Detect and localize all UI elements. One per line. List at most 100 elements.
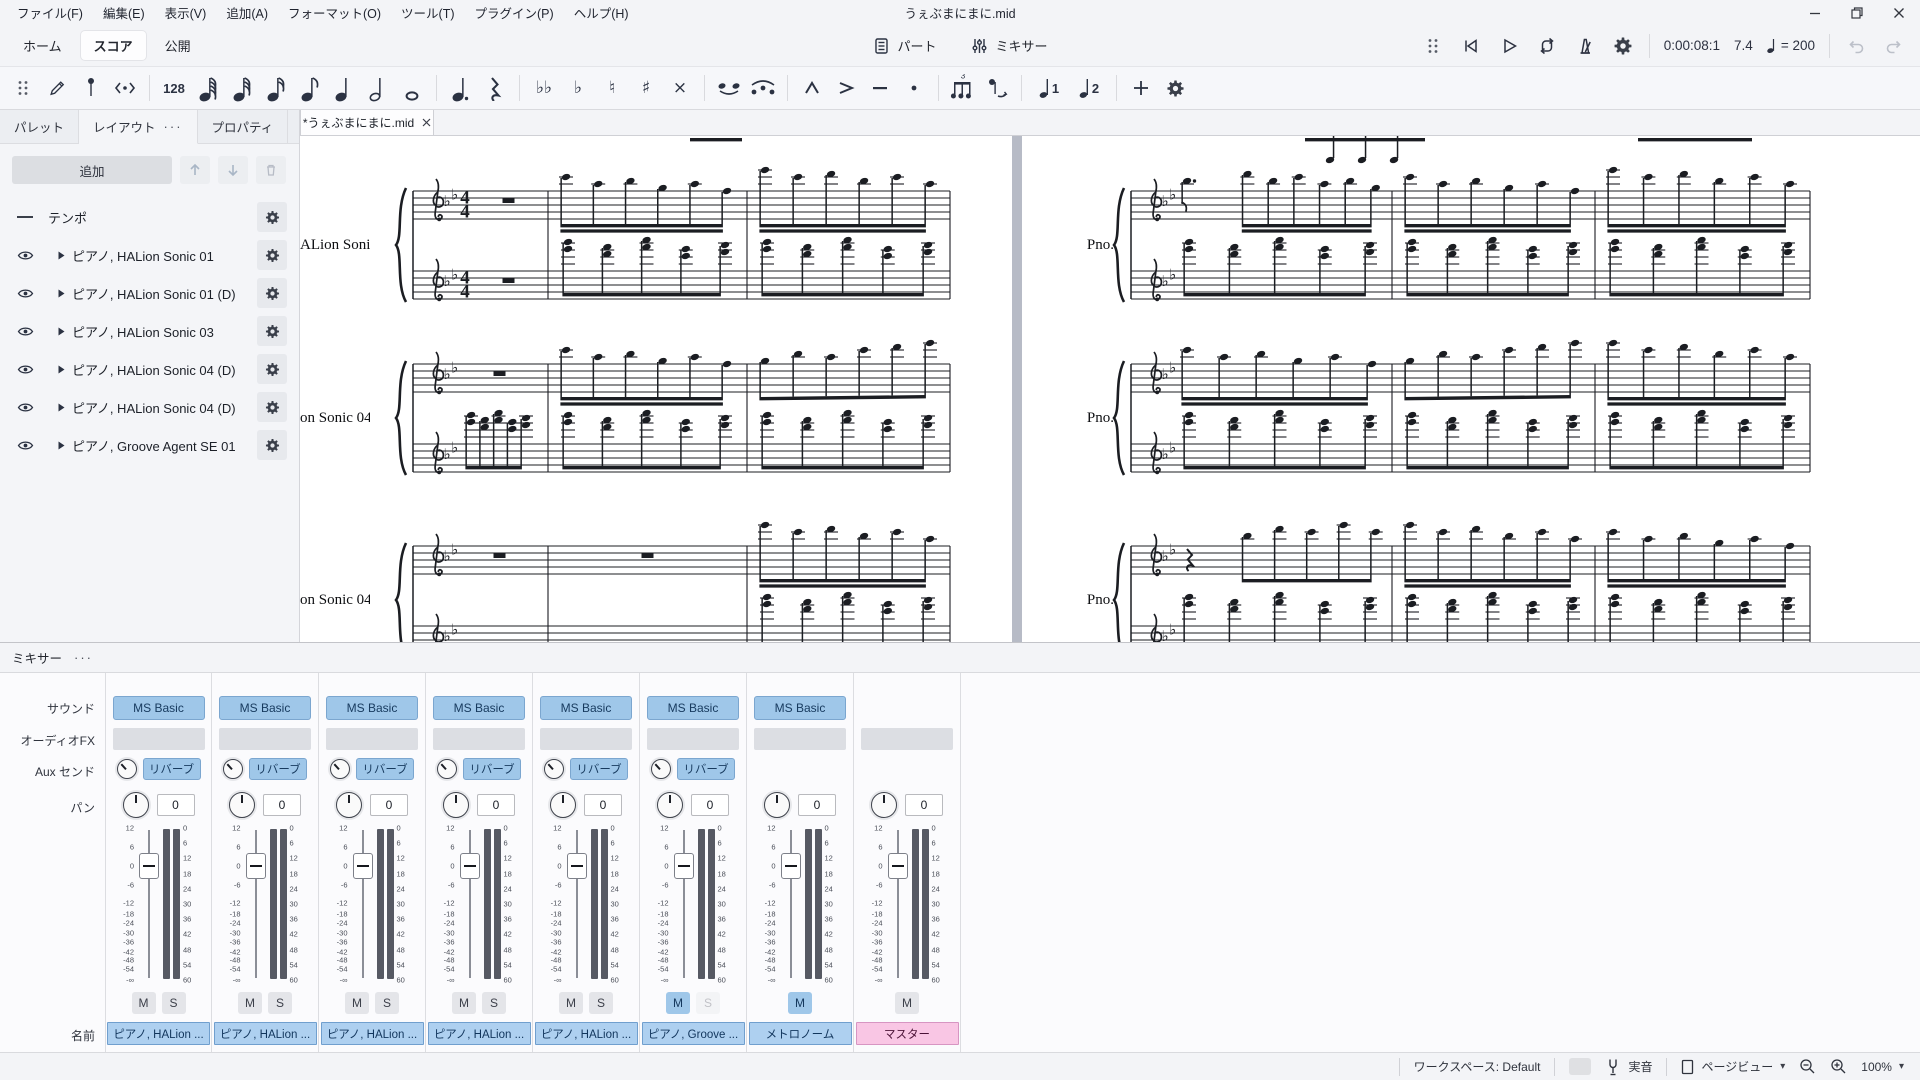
move-down-button[interactable]	[218, 156, 248, 184]
visibility-eye-icon[interactable]	[12, 249, 38, 262]
fader-handle[interactable]	[460, 853, 480, 879]
natural-button[interactable]: ♮	[597, 72, 627, 104]
voice-2-button[interactable]: 2	[1071, 72, 1107, 104]
loop-button[interactable]	[1535, 34, 1559, 58]
minimize-button[interactable]	[1794, 0, 1836, 25]
mixer-menu-icon[interactable]: ···	[74, 650, 93, 665]
tab-layout[interactable]: レイアウト ···	[79, 110, 198, 144]
volume-fader[interactable]	[458, 828, 482, 980]
concert-pitch-toggle[interactable]: 実音	[1605, 1058, 1652, 1076]
tab-home[interactable]: ホーム	[10, 31, 75, 60]
view-mode-selector[interactable]: ページビュー ▾	[1681, 1058, 1785, 1075]
duration-16-button[interactable]	[261, 72, 291, 104]
sound-button[interactable]: MS Basic	[113, 696, 205, 720]
item-settings-button[interactable]	[257, 430, 287, 460]
channel-name[interactable]: ピアノ, Groove ...	[642, 1022, 745, 1045]
score-canvas[interactable]: ♭♭♭♭4444♭♭♭♭♭♭♭♭♭♭♭♭♭♭♭♭♭♭♭♭ ALion Sonic…	[300, 136, 1920, 642]
delete-button[interactable]	[256, 156, 286, 184]
aux-send-knob[interactable]	[330, 759, 350, 779]
fader-handle[interactable]	[567, 853, 587, 879]
expand-caret-icon[interactable]	[50, 327, 72, 336]
reverb-button[interactable]: リバーブ	[143, 758, 201, 780]
pan-value[interactable]: 0	[477, 794, 515, 816]
pan-value[interactable]: 0	[157, 794, 195, 816]
pan-value[interactable]: 0	[263, 794, 301, 816]
expand-caret-icon[interactable]	[50, 289, 72, 298]
fader-handle[interactable]	[246, 853, 266, 879]
layout-item-tempo[interactable]: テンポ	[0, 198, 299, 236]
channel-name[interactable]: ピアノ, HALion ...	[535, 1022, 638, 1045]
menu-help[interactable]: ヘルプ(H)	[565, 0, 638, 25]
sound-button[interactable]: MS Basic	[433, 696, 525, 720]
note-input-button[interactable]	[42, 72, 72, 104]
solo-button[interactable]: S	[696, 992, 720, 1014]
item-settings-button[interactable]	[257, 392, 287, 422]
pan-value[interactable]: 0	[905, 794, 943, 816]
sound-button[interactable]: MS Basic	[326, 696, 418, 720]
tab-publish[interactable]: 公開	[152, 31, 204, 60]
toolbar-settings-button[interactable]	[1160, 72, 1190, 104]
reverb-button[interactable]: リバーブ	[677, 758, 735, 780]
audio-fx-slot[interactable]	[219, 728, 311, 750]
solo-button[interactable]: S	[162, 992, 186, 1014]
aux-send-knob[interactable]	[437, 759, 457, 779]
audio-fx-slot[interactable]	[326, 728, 418, 750]
item-settings-button[interactable]	[257, 202, 287, 232]
expand-caret-icon[interactable]	[50, 403, 72, 412]
pan-knob[interactable]	[764, 792, 790, 818]
sharp-button[interactable]: ♯	[631, 72, 661, 104]
audio-fx-slot[interactable]	[433, 728, 525, 750]
midi-input-indicator[interactable]	[1569, 1058, 1591, 1075]
volume-fader[interactable]	[672, 828, 696, 980]
menu-view[interactable]: 表示(V)	[156, 0, 216, 25]
close-button[interactable]	[1878, 0, 1920, 25]
channel-name[interactable]: メトロノーム	[749, 1022, 852, 1045]
audio-fx-slot[interactable]	[861, 728, 953, 750]
visibility-eye-icon[interactable]	[12, 287, 38, 300]
sound-button[interactable]: MS Basic	[754, 696, 846, 720]
reverb-button[interactable]: リバーブ	[249, 758, 307, 780]
staccato-button[interactable]	[899, 72, 929, 104]
tenuto-button[interactable]	[865, 72, 895, 104]
zoom-out-button[interactable]	[1799, 1058, 1816, 1075]
menu-add[interactable]: 追加(A)	[217, 0, 277, 25]
mute-button[interactable]: M	[238, 992, 262, 1014]
fader-handle[interactable]	[139, 853, 159, 879]
reverb-button[interactable]: リバーブ	[463, 758, 521, 780]
channel-name[interactable]: ピアノ, HALion ...	[321, 1022, 424, 1045]
layout-item-instrument[interactable]: ピアノ, HALion Sonic 01 (D)	[0, 274, 299, 312]
solo-button[interactable]: S	[589, 992, 613, 1014]
expand-caret-icon[interactable]	[50, 365, 72, 374]
rewind-button[interactable]	[1459, 34, 1483, 58]
midi-input-button[interactable]	[110, 72, 140, 104]
rest-button[interactable]	[480, 72, 510, 104]
sound-button[interactable]: MS Basic	[540, 696, 632, 720]
volume-fader[interactable]	[779, 828, 803, 980]
duration-whole-button[interactable]	[397, 72, 427, 104]
volume-fader[interactable]	[244, 828, 268, 980]
metronome-button[interactable]	[1573, 34, 1597, 58]
pan-knob[interactable]	[550, 792, 576, 818]
expand-caret-icon[interactable]	[50, 251, 72, 260]
playback-drag-handle[interactable]	[1421, 34, 1445, 58]
augmentation-dot-button[interactable]	[446, 72, 476, 104]
add-button-toolbar[interactable]	[1126, 72, 1156, 104]
channel-name[interactable]: マスター	[856, 1022, 959, 1045]
pan-knob[interactable]	[443, 792, 469, 818]
toolbar-drag-handle[interactable]	[8, 72, 38, 104]
document-tab[interactable]: *うぇぶまにまに.mid	[300, 110, 434, 135]
mute-button[interactable]: M	[788, 992, 812, 1014]
channel-name[interactable]: ピアノ, HALion ...	[214, 1022, 317, 1045]
volume-fader[interactable]	[137, 828, 161, 980]
mute-button[interactable]: M	[895, 992, 919, 1014]
fader-handle[interactable]	[781, 853, 801, 879]
fader-handle[interactable]	[674, 853, 694, 879]
mute-button[interactable]: M	[345, 992, 369, 1014]
tab-score[interactable]: スコア	[81, 31, 146, 60]
pan-knob[interactable]	[871, 792, 897, 818]
aux-send-knob[interactable]	[544, 759, 564, 779]
channel-name[interactable]: ピアノ, HALion ...	[107, 1022, 210, 1045]
layout-item-instrument[interactable]: ピアノ, HALion Sonic 01	[0, 236, 299, 274]
sound-button[interactable]: MS Basic	[219, 696, 311, 720]
redo-button[interactable]	[1882, 34, 1906, 58]
